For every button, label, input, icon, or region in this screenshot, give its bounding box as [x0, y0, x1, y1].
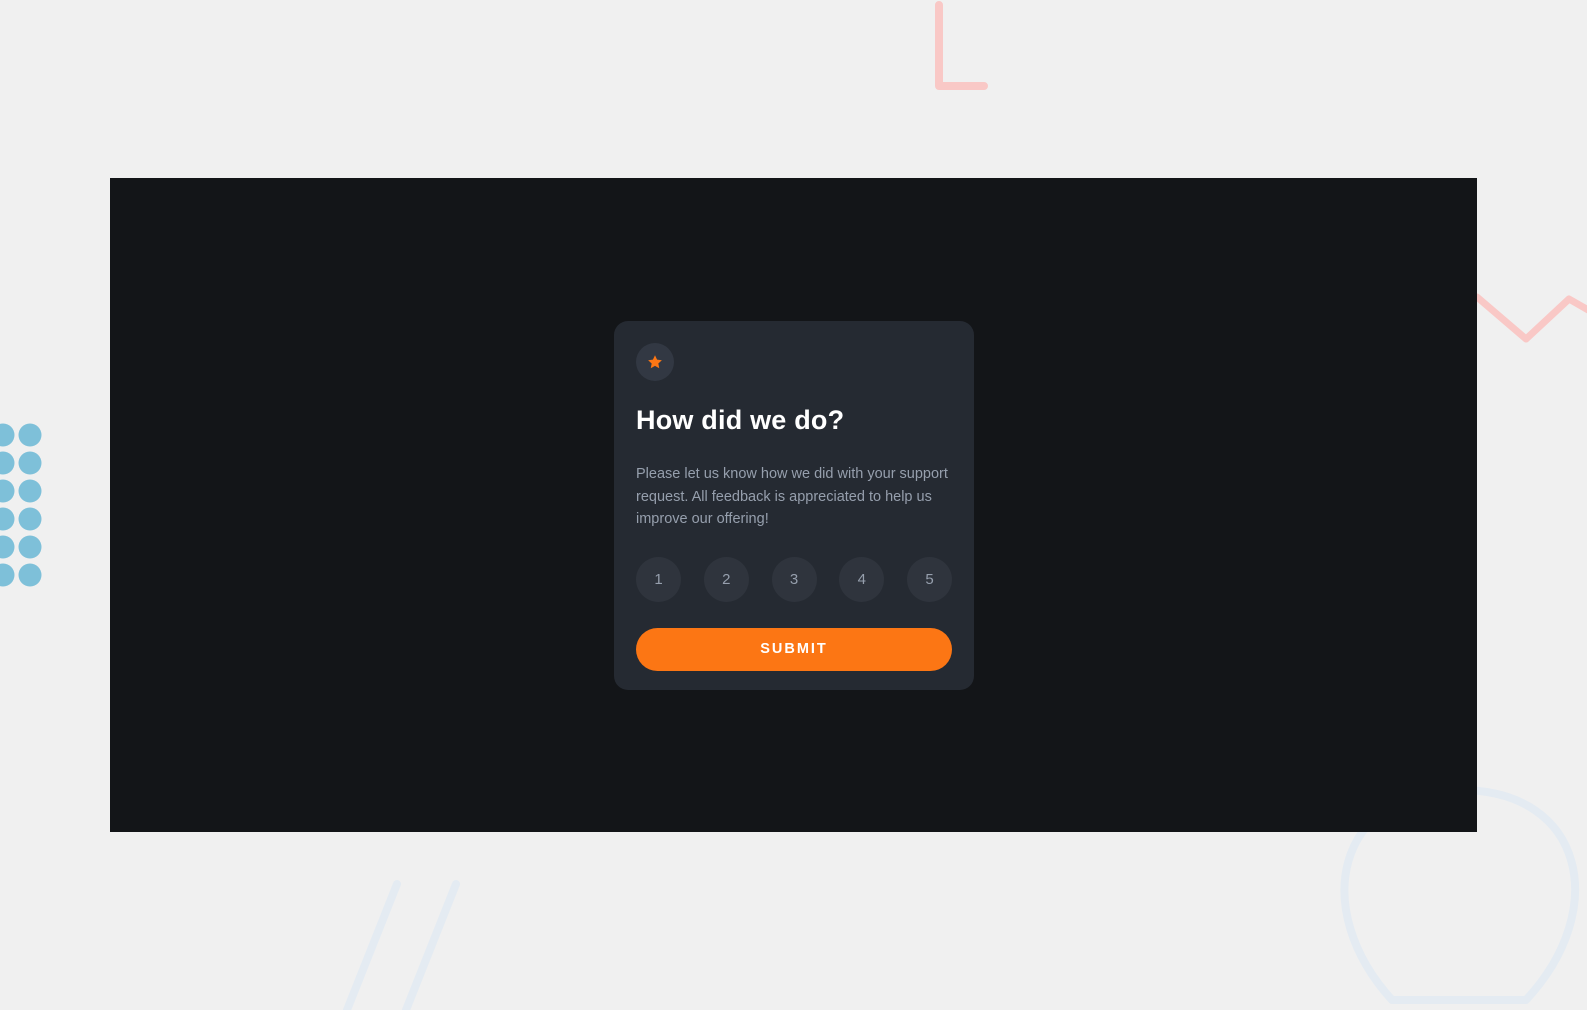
card-title: How did we do? [636, 405, 845, 435]
rating-options: 1 2 3 4 5 [636, 556, 952, 602]
card-description: Please let us know how we did with your … [636, 466, 948, 527]
star-icon [647, 354, 663, 370]
rating-button-3[interactable]: 3 [771, 556, 817, 602]
rating-card: How did we do? Please let us know how we… [614, 321, 974, 690]
star-badge [636, 343, 674, 381]
pink-zigzag-decoration [1473, 293, 1587, 343]
rating-button-2[interactable]: 2 [703, 556, 749, 602]
pink-corner-decoration [935, 1, 988, 90]
light-blue-slash-decoration [402, 880, 460, 1010]
submit-button[interactable]: SUBMIT [636, 627, 952, 671]
blue-dot-grid-decoration [0, 423, 42, 587]
rating-button-5[interactable]: 5 [907, 556, 952, 602]
rating-button-1[interactable]: 1 [636, 556, 681, 602]
rating-button-4[interactable]: 4 [839, 556, 885, 602]
light-blue-slash-decoration [343, 880, 401, 1010]
